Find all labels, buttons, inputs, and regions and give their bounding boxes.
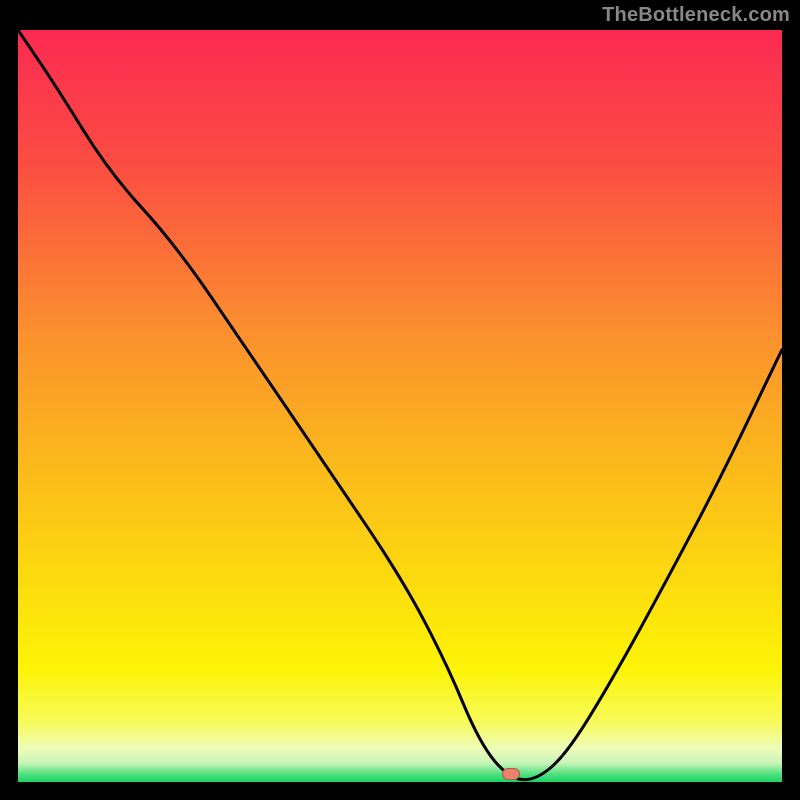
bottleneck-chart xyxy=(18,30,782,782)
attribution-text: TheBottleneck.com xyxy=(602,4,790,27)
plot-area xyxy=(18,30,782,782)
gradient-background xyxy=(18,30,782,782)
optimal-marker xyxy=(502,768,520,780)
chart-frame: TheBottleneck.com xyxy=(0,0,800,800)
